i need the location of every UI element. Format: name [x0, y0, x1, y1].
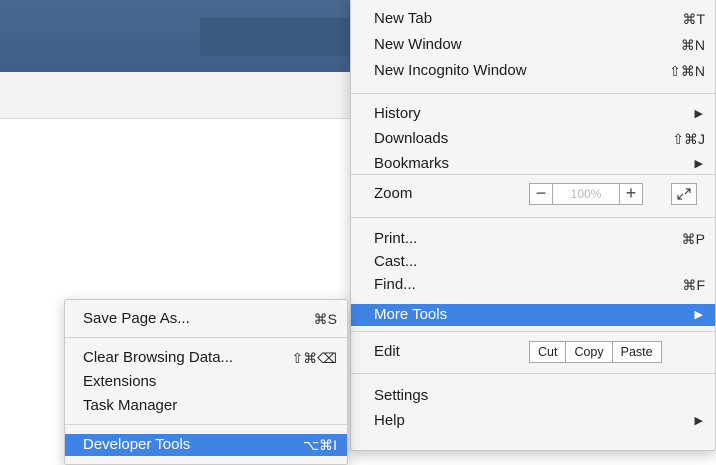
- menu-item-label: Save Page As...: [83, 310, 190, 327]
- zoom-out-button[interactable]: −: [530, 184, 553, 204]
- shortcut-label: ⌘S: [313, 311, 337, 327]
- shortcut-label: ⇧⌘⌫: [291, 350, 337, 366]
- menu-item-label: Settings: [374, 387, 429, 404]
- fullscreen-button[interactable]: [671, 183, 697, 205]
- menu-item-label: Extensions: [83, 373, 157, 390]
- submenu-arrow-icon: ▶: [694, 309, 703, 321]
- menu-item-developer-tools[interactable]: Developer Tools ⌥⌘I: [65, 434, 347, 456]
- chrome-main-menu: New Tab ⌘T New Window ⌘N New Incognito W…: [350, 0, 716, 451]
- menu-item-cast[interactable]: Cast...: [351, 251, 715, 273]
- menu-item-label: Downloads: [374, 130, 449, 147]
- submenu-arrow-icon: ▶: [694, 158, 703, 170]
- menu-item-more-tools[interactable]: More Tools ▶: [351, 304, 715, 326]
- menu-separator: [351, 373, 715, 374]
- menu-item-bookmarks[interactable]: Bookmarks ▶: [351, 153, 715, 175]
- cut-button[interactable]: Cut: [530, 342, 565, 362]
- shortcut-label: ⌘F: [682, 277, 705, 293]
- menu-item-print[interactable]: Print... ⌘P: [351, 228, 715, 250]
- menu-separator: [351, 217, 715, 218]
- submenu-arrow-icon: ▶: [694, 415, 703, 427]
- menu-separator: [351, 93, 715, 94]
- fullscreen-icon: [677, 188, 691, 200]
- menu-item-label: New Window: [374, 36, 462, 53]
- zoom-in-button[interactable]: +: [619, 184, 642, 204]
- paste-button[interactable]: Paste: [611, 342, 661, 362]
- zoom-control: − 100% +: [529, 183, 643, 205]
- menu-item-label: Find...: [374, 276, 416, 293]
- menu-item-label: Task Manager: [83, 397, 178, 414]
- menu-item-label: Cast...: [374, 253, 418, 270]
- menu-item-label: History: [374, 105, 421, 122]
- menu-item-label: Edit: [374, 343, 400, 360]
- menu-item-label: Help: [374, 412, 405, 429]
- menu-item-label: Print...: [374, 230, 418, 247]
- menu-separator: [65, 424, 347, 425]
- menu-item-save-page-as[interactable]: Save Page As... ⌘S: [65, 308, 347, 330]
- edit-button-group: Cut Copy Paste: [529, 341, 662, 363]
- menu-item-history[interactable]: History ▶: [351, 103, 715, 125]
- menu-item-downloads[interactable]: Downloads ⇧⌘J: [351, 128, 715, 150]
- menu-separator: [65, 337, 347, 338]
- menu-item-task-manager[interactable]: Task Manager: [65, 395, 347, 417]
- copy-button[interactable]: Copy: [565, 342, 611, 362]
- menu-item-find[interactable]: Find... ⌘F: [351, 274, 715, 296]
- shortcut-label: ⌥⌘I: [302, 437, 337, 453]
- shortcut-label: ⌘T: [682, 11, 705, 27]
- menu-item-label: New Incognito Window: [374, 62, 527, 79]
- menu-item-clear-browsing-data[interactable]: Clear Browsing Data... ⇧⌘⌫: [65, 347, 347, 369]
- shortcut-label: ⌘P: [681, 231, 705, 247]
- shortcut-label: ⇧⌘N: [669, 63, 705, 79]
- submenu-arrow-icon: ▶: [694, 108, 703, 120]
- menu-item-label: Bookmarks: [374, 155, 450, 172]
- menu-item-help[interactable]: Help ▶: [351, 410, 715, 432]
- menu-item-new-incognito-window[interactable]: New Incognito Window ⇧⌘N: [351, 60, 715, 82]
- menu-separator: [351, 331, 715, 332]
- shortcut-label: ⇧⌘J: [672, 131, 705, 147]
- menu-item-new-tab[interactable]: New Tab ⌘T: [351, 8, 715, 30]
- menu-item-label: Developer Tools: [83, 436, 191, 453]
- menu-item-new-window[interactable]: New Window ⌘N: [351, 34, 715, 56]
- more-tools-submenu: Save Page As... ⌘S Clear Browsing Data..…: [64, 299, 348, 465]
- menu-item-label: Zoom: [374, 185, 413, 202]
- menu-item-label: New Tab: [374, 10, 433, 27]
- menu-item-settings[interactable]: Settings: [351, 385, 715, 407]
- menu-item-label: More Tools: [374, 306, 448, 323]
- shortcut-label: ⌘N: [680, 37, 705, 53]
- menu-separator: [351, 174, 715, 175]
- menu-item-extensions[interactable]: Extensions: [65, 371, 347, 393]
- menu-item-label: Clear Browsing Data...: [83, 349, 234, 366]
- zoom-level: 100%: [570, 187, 602, 201]
